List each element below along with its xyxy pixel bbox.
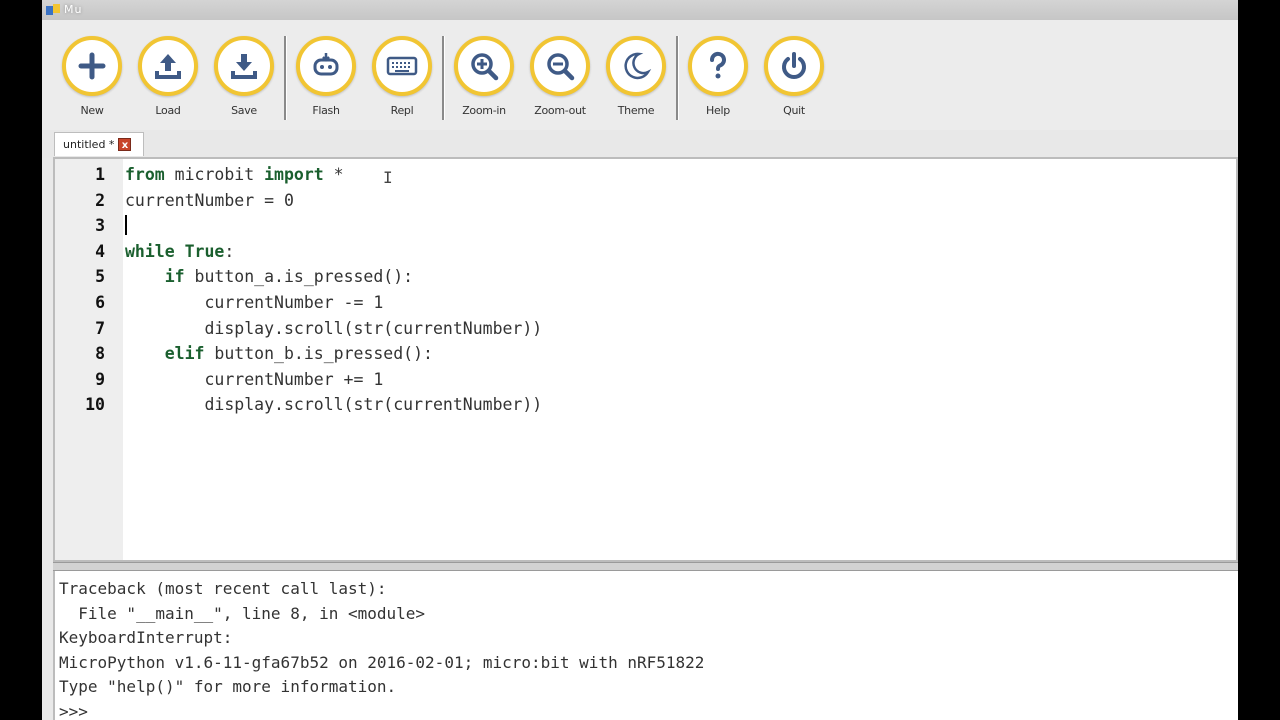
zoom-in-button[interactable]: Zoom-in (444, 36, 524, 117)
line-number: 7 (95, 318, 105, 338)
line-number: 1 (95, 165, 105, 184)
quit-button[interactable]: Quit (754, 36, 834, 117)
line-text: currentNumber = 0 (125, 190, 294, 210)
line-text: from microbit import * (125, 165, 344, 184)
code-line: 10 display.scroll(str(currentNumber)) (55, 392, 1236, 418)
save-label: Save (231, 104, 257, 117)
line-number: 9 (95, 369, 105, 389)
line-text: currentNumber -= 1 (204, 293, 384, 312)
line-number: 10 (85, 395, 105, 415)
tab-untitled[interactable]: untitled * x (54, 132, 144, 156)
repl-line: MicroPython v1.6-11-gfa67b52 on 2016-02-… (59, 652, 705, 672)
line-number: 2 (95, 190, 105, 210)
tab-title: untitled * (63, 138, 115, 151)
save-button[interactable]: Save (204, 36, 284, 117)
line-number: 3 (95, 216, 105, 236)
repl-line: File "__main__", line 8, in <module> (59, 603, 426, 623)
question-icon (709, 51, 726, 79)
line-text: display.scroll(str(currentNumber)) (204, 395, 543, 415)
theme-label: Theme (617, 104, 655, 117)
pane-splitter[interactable] (53, 562, 1238, 571)
line-number: 8 (95, 344, 105, 364)
close-icon[interactable]: x (118, 138, 132, 151)
code-line: 5 if button_a.is_pressed(): (55, 264, 1236, 290)
code-line: 9 currentNumber += 1 (55, 367, 1236, 393)
line-number: 6 (95, 293, 105, 312)
line-text: while True: (125, 241, 235, 261)
zoom-out-label: Zoom-out (534, 104, 586, 117)
mu-editor-window: Mu New Load Save Flash Repl Zoom-in Zoom… (42, 0, 1238, 720)
tab-bar: untitled * x (42, 130, 1238, 158)
repl-prompt: >>> (59, 701, 88, 720)
repl-pane[interactable]: Traceback (most recent call last): File … (53, 571, 1238, 720)
plus-icon (78, 52, 106, 80)
zoom-out-icon (547, 53, 575, 81)
line-text: display.scroll(str(currentNumber)) (204, 318, 543, 338)
moon-icon (624, 52, 652, 80)
load-label: Load (155, 104, 181, 117)
load-button[interactable]: Load (128, 36, 208, 117)
quit-label: Quit (783, 104, 805, 117)
power-icon (782, 52, 806, 79)
keyboard-icon (386, 56, 418, 76)
line-number: 5 (95, 267, 105, 287)
title-bar: Mu (42, 0, 1238, 21)
upload-icon (155, 54, 181, 79)
theme-button[interactable]: Theme (596, 36, 676, 117)
code-line: 3 (55, 213, 1236, 239)
help-button[interactable]: Help (678, 36, 758, 117)
code-line: 7 display.scroll(str(currentNumber)) (55, 316, 1236, 342)
zoom-in-label: Zoom-in (462, 104, 506, 117)
repl-label: Repl (390, 104, 414, 117)
repl-button[interactable]: Repl (362, 36, 442, 117)
line-text: if button_a.is_pressed(): (164, 267, 414, 287)
code-line: 2 currentNumber = 0 (55, 188, 1236, 214)
microbit-icon (313, 53, 339, 76)
mu-app-icon (46, 4, 60, 15)
zoom-out-button[interactable]: Zoom-out (520, 36, 600, 117)
line-text: currentNumber += 1 (204, 369, 384, 389)
repl-line: Traceback (most recent call last): (59, 579, 387, 598)
code-line: 6 currentNumber -= 1 (55, 290, 1236, 316)
mouse-ibeam-cursor: I (383, 168, 393, 187)
line-number: 4 (95, 241, 105, 261)
repl-line: Type "help()" for more information. (59, 677, 397, 696)
help-label: Help (706, 104, 730, 117)
text-caret (125, 215, 127, 236)
code-editor[interactable]: 1 from microbit import * 2 currentNumber… (53, 157, 1238, 562)
code-line: 4 while True: (55, 239, 1236, 265)
code-line: 1 from microbit import * (55, 162, 1236, 188)
code-line: 8 elif button_b.is_pressed(): (55, 341, 1236, 367)
flash-button[interactable]: Flash (286, 36, 366, 117)
download-icon (231, 54, 257, 79)
line-text: elif button_b.is_pressed(): (164, 344, 433, 364)
flash-label: Flash (312, 104, 340, 117)
repl-line: KeyboardInterrupt: (59, 628, 233, 647)
window-title: Mu (64, 3, 83, 16)
toolbar: New Load Save Flash Repl Zoom-in Zoom-ou… (42, 20, 1238, 130)
zoom-in-icon (471, 53, 499, 81)
new-label: New (80, 104, 104, 117)
new-button[interactable]: New (52, 36, 132, 117)
